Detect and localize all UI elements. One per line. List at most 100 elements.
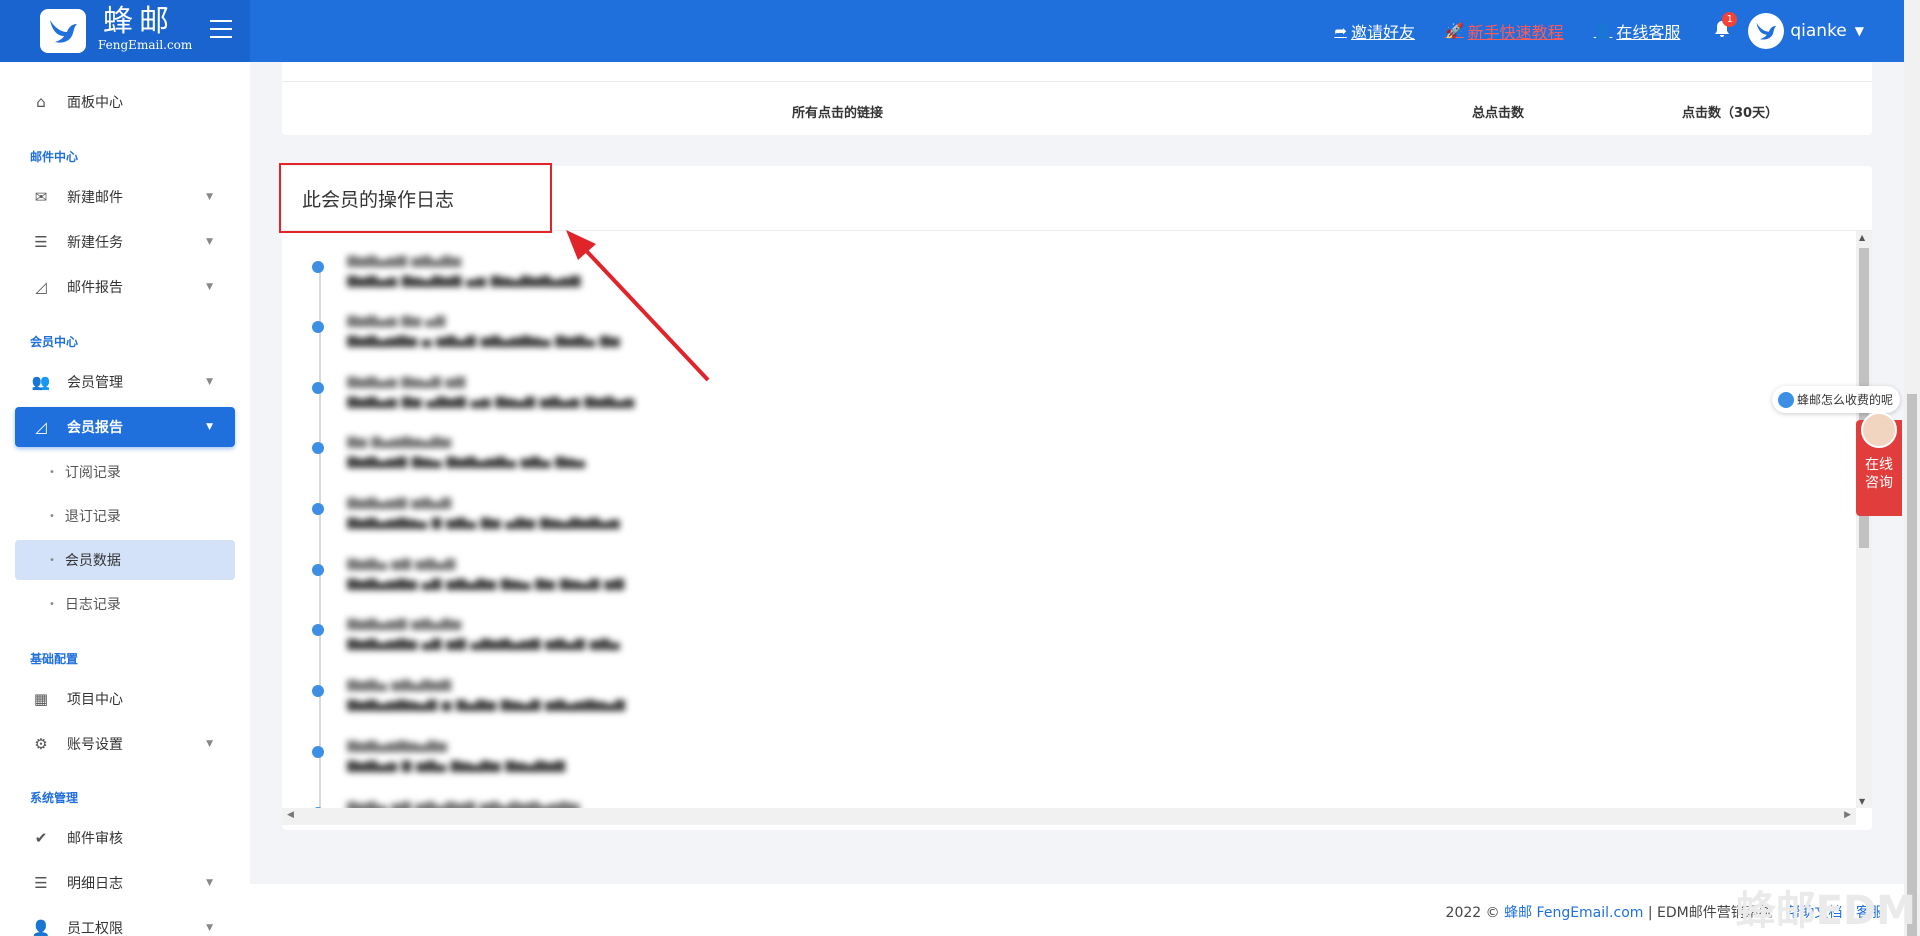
list-icon: ☰ [34,233,48,251]
share-icon: ➦ [1334,22,1347,40]
timeline-dot [312,746,324,758]
list-icon: ☰ [34,874,48,892]
sidebar-item-new-task[interactable]: ☰ 新建任务 ▼ [15,222,235,262]
tutorial-link[interactable]: 🚀 新手快速教程 [1445,19,1564,43]
chevron-down-icon: ▼ [206,923,213,933]
footer-brand-link[interactable]: 蜂邮 FengEmail.com [1504,905,1643,921]
sidebar-item-label: 面板中心 [67,95,123,111]
sidebar-item-member-manage[interactable]: 👥 会员管理 ▼ [15,362,235,402]
sidebar-item-label: 新建邮件 [67,190,123,206]
timeline-detail-blurred: ▆▅▆▄▅▆▅▄ ▆ ▅▆▄ ▆▅ ▄▆▅ ▆▅▄▆▅▆▄▅ [347,515,620,530]
timeline-detail-blurred: ▆▅▆▄▅ ▆ ▅▆▄ ▆▅▄▆▅ ▆▅▄▆▅▆ [347,758,566,773]
scroll-down-icon[interactable]: ▼ [1859,797,1865,806]
user-lock-icon: 👤 [31,919,51,936]
chat-icon [1778,391,1794,408]
area-chart-icon: ◿ [35,278,47,296]
sidebar-item-detail-log[interactable]: ☰ 明细日志 ▼ [15,863,235,903]
horizontal-scrollbar[interactable]: ◀ ▶ [282,808,1856,825]
double-check-icon: ✔ [34,829,48,847]
sidebar-item-label: 邮件审核 [67,831,123,847]
scroll-left-icon[interactable]: ◀ [287,810,294,820]
sidebar-item-label: 项目中心 [67,692,123,708]
consult-label-line2: 咨询 [1865,475,1893,491]
chevron-down-icon: ▼ [206,282,213,292]
annotation-arrow-icon [566,230,710,382]
chevron-down-icon: ▼ [1854,24,1864,38]
scroll-right-icon[interactable]: ▶ [1844,810,1851,820]
sidebar-item-staff-permissions[interactable]: 👤 员工权限 ▼ [15,908,235,936]
sidebar-item-mail-audit[interactable]: ✔ 邮件审核 [15,818,235,858]
page-scrollbar-thumb[interactable] [1907,394,1917,936]
operation-log-timeline[interactable]: ▆▅▆▄▅▆ ▅▆▄▆▅ ▆▅▆▄▅ ▆▅▄▆▅▆ ▄▅ ▆▅▄▆▅▆▄▅▆ ▆… [282,231,1850,808]
sidebar-item-account-settings[interactable]: ⚙ 账号设置 ▼ [15,724,235,764]
tutorial-label: 新手快速教程 [1467,23,1564,42]
brand[interactable]: 蜂邮 FengEmail.com [0,0,250,62]
sidebar-item-mail-report[interactable]: ◿ 邮件报告 ▼ [15,267,235,307]
section-base-config: 基础配置 [30,652,79,666]
timeline-time-blurred: ▆▅▆▄▅▆ ▅▆▄▆ [347,495,452,510]
timeline-time-blurred: ▆▅▆▄▅ ▆▅ ▄▆ [347,313,446,328]
chat-question-text: 蜂邮怎么收费的呢 [1797,393,1894,407]
invite-friends-label: 邀请好友 [1350,23,1415,42]
sidebar-item-label: 邮件报告 [67,280,123,296]
notification-bell-icon[interactable]: 1 [1714,11,1738,43]
online-service-label: 在线客服 [1616,23,1681,42]
user-menu[interactable]: qianke ▼ [1748,13,1864,49]
sidebar-item-dashboard[interactable]: ⌂ 面板中心 [15,82,235,122]
envelope-icon: ✉ [34,188,48,206]
timeline-dot [312,503,324,515]
footer: 2022 © 蜂邮 FengEmail.com | EDM邮件营销系统 | 帮助… [250,884,1904,936]
chat-question-bubble[interactable]: 蜂邮怎么收费的呢 [1772,386,1900,413]
timeline-detail-blurred: ▆▅▆▄▅▆▅ ▄▆ ▅▆ ▄▆▅▆▄▅▆ ▅▆▄▆ ▅▆▄ [347,636,620,651]
hamburger-menu-icon[interactable] [210,20,232,42]
annotation-highlight-box [279,163,552,233]
sidebar-item-label: 账号设置 [67,737,123,753]
sidebar-subitem-subscribe[interactable]: • 订阅记录 [15,452,235,492]
timeline-dot [312,261,324,273]
sidebar-item-project-center[interactable]: ▦ 项目中心 [15,679,235,719]
timeline-time-blurred: ▆▅▆▄ ▅▆ ▅▆▄▆ [347,556,456,571]
chevron-down-icon: ▼ [206,878,213,888]
users-icon: 👥 [31,373,51,391]
sidebar-subitem-log[interactable]: • 日志记录 [15,584,235,624]
sidebar-subitem-unsubscribe[interactable]: • 退订记录 [15,496,235,536]
timeline-line [319,261,321,808]
brand-subtitle: FengEmail.com [98,38,193,52]
operation-log-card: 此会员的操作日志 ▆▅▆▄▅▆ ▅▆▄▆▅ ▆▅▆▄▅ ▆▅▄▆▅▆ ▄▅ ▆▅… [282,166,1872,830]
consult-label-line1: 在线 [1865,457,1893,473]
sidebar-subitem-label: 会员数据 [64,553,121,569]
timeline-detail-blurred: ▆▅▆▄▅▆▅▄▆ ▅ ▆▄▆▅ ▆▅▄▆ ▅▆▄▅▆▅▄▆ [347,697,626,712]
column-header-clicks-30days: 点击数（30天） [1682,106,1779,121]
online-consult-button[interactable]: 在线 咨询 [1856,412,1902,516]
timeline-dot [312,442,324,454]
avatar [1748,13,1785,49]
online-service-link[interactable]: 👤 在线客服 [1594,19,1681,43]
timeline-time-blurred: ▆▅▆▄▅▆ ▅▆▄▆▅ [347,616,462,631]
top-links: ➦ 邀请好友 🚀 新手快速教程 👤 在线客服 1 qianke ▼ [1304,0,1864,62]
timeline-dot [312,624,324,636]
sidebar-item-member-report[interactable]: ◿ 会员报告 ▼ [15,407,235,447]
sidebar-item-new-mail[interactable]: ✉ 新建邮件 ▼ [15,177,235,217]
sidebar: ⌂ 面板中心 邮件中心 ✉ 新建邮件 ▼ ☰ 新建任务 ▼ ◿ 邮件报告 ▼ 会… [0,62,250,936]
section-mail-center: 邮件中心 [30,150,79,164]
sidebar-subitem-member-data[interactable]: • 会员数据 [15,540,235,580]
sidebar-item-label: 明细日志 [67,876,123,892]
user-icon: 👤 [1593,22,1613,40]
clicked-links-card: 所有点击的链接 总点击数 点击数（30天） [282,62,1872,135]
timeline-dot [312,321,324,333]
cubes-icon: ▦ [33,690,49,708]
notification-badge: 1 [1722,11,1738,27]
chevron-down-icon: ▼ [206,739,213,749]
page-scrollbar[interactable] [1904,0,1920,936]
chevron-down-icon: ▼ [206,422,213,432]
gears-icon: ⚙ [34,735,48,753]
sidebar-item-label: 员工权限 [67,921,123,936]
username: qianke [1790,21,1847,41]
sidebar-subitem-label: 日志记录 [64,597,121,613]
bullet-icon: • [49,466,55,478]
invite-friends-link[interactable]: ➦ 邀请好友 [1334,19,1415,43]
logo-icon [40,9,86,53]
scroll-up-icon[interactable]: ▲ [1859,233,1865,242]
timeline-dot [312,685,324,697]
vertical-scrollbar[interactable]: ▲ ▼ [1856,231,1872,808]
